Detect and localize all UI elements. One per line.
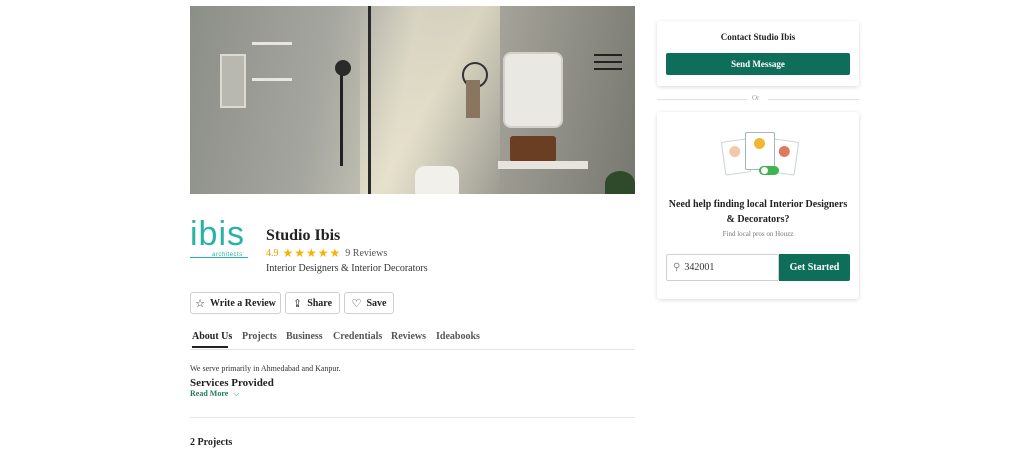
find-pros-headline: Need help finding local Interior Designe… [657,197,859,227]
headline-line-1: Need help finding local Interior Designe… [668,199,848,210]
star-outline-icon: ☆ [195,297,205,310]
send-message-button[interactable]: Send Message [666,53,850,75]
star-rating-icon: ★★★★★ [282,246,342,260]
share-label: Share [307,297,333,309]
contact-card: Contact Studio Ibis Send Message [657,21,859,86]
about-text: We serve primarily in Ahmedabad and Kanp… [190,364,341,373]
or-divider-text: Or [752,94,760,102]
avatar [754,138,765,149]
corner-shelf [252,78,292,81]
write-review-button[interactable]: ☆ Write a Review [190,292,281,314]
active-tab-indicator [192,346,228,348]
get-started-button[interactable]: Get Started [779,254,850,281]
read-more-link[interactable]: Read More ⌵ [190,389,239,399]
or-divider-right [768,99,859,100]
pro-card-graphic [745,132,775,170]
avatar [778,145,791,158]
read-more-label: Read More [190,389,229,398]
headline-line-2: & Decorators? [726,214,790,225]
wall-niche [220,54,246,108]
tab-credentials[interactable]: Credentials [333,331,382,342]
reviews-count-link[interactable]: 9 Reviews [345,248,387,259]
tab-business[interactable]: Business [286,331,323,342]
save-button[interactable]: ♡ Save [344,292,394,314]
contact-title: Contact Studio Ibis [720,32,796,42]
save-label: Save [366,297,387,309]
or-divider-left [657,99,747,100]
corner-shelf [252,42,292,45]
towel [466,80,480,118]
logo-subtitle: architects [212,252,243,258]
toggle-knob [761,167,768,174]
tab-projects[interactable]: Projects [242,331,277,342]
rating-value: 4.9 [266,248,279,259]
zip-code-value: 342001 [684,262,715,273]
profile-cover-photo[interactable] [190,6,635,194]
location-pin-icon: ⚲ [673,262,681,273]
services-heading: Services Provided [190,377,274,389]
projects-heading: 2 Projects [190,437,233,448]
toggle-graphic [759,166,779,175]
shower-pipe [340,66,343,166]
find-pros-subline: Find local pros on Houzz [722,230,794,238]
section-divider [190,417,635,418]
company-category: Interior Designers & Interior Decorators [266,263,428,274]
shower-head [335,60,351,76]
tab-reviews[interactable]: Reviews [391,331,426,342]
share-button[interactable]: ⇪ Share [285,292,340,314]
find-pros-card: Need help finding local Interior Designe… [657,112,859,299]
tab-about-us[interactable]: About Us [192,331,232,342]
toilet [415,166,459,194]
glass-partition [368,6,371,194]
logo-wordmark: ibis [190,215,246,253]
heart-icon: ♡ [351,297,362,310]
chevron-down-icon: ⌵ [233,389,240,398]
pros-illustration [719,128,800,188]
avatar [728,145,741,158]
company-name: Studio Ibis [266,227,341,244]
plant [605,171,635,194]
company-logo: ibis architects [190,217,254,263]
tab-ideabooks[interactable]: Ideabooks [436,331,480,342]
vanity-counter [498,161,588,169]
profile-tabs: About Us Projects Business Credentials R… [190,331,635,350]
wall-light [594,54,622,74]
basin [510,136,556,162]
mirror [503,52,563,128]
rating-row[interactable]: 4.9 ★★★★★ 9 Reviews [266,246,387,261]
share-icon: ⇪ [292,297,303,310]
write-review-label: Write a Review [209,297,276,309]
zip-code-input[interactable]: ⚲ 342001 [666,254,779,281]
